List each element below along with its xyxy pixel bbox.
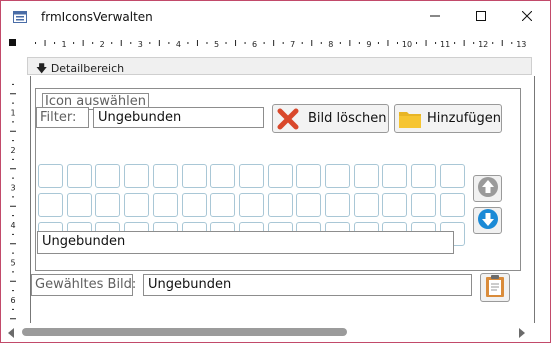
scroll-left-icon[interactable] xyxy=(7,327,15,341)
ruler-label: 1 xyxy=(62,40,67,49)
icon-tile[interactable] xyxy=(238,164,264,188)
form-icon xyxy=(13,11,27,23)
ruler-label: 2 xyxy=(10,146,15,155)
delete-image-label: Bild löschen xyxy=(308,111,387,126)
selected-image-label: Gewähltes Bild: xyxy=(31,274,136,296)
filter-label: Filter: xyxy=(36,107,89,128)
icon-tile[interactable] xyxy=(152,164,178,188)
horizontal-ruler-scale: 1 2 3 4 5 6 7 8 9 10 11 12 13 xyxy=(35,40,526,49)
close-button[interactable] xyxy=(504,1,550,33)
window-title: frmIconsVerwalten xyxy=(41,10,153,24)
icon-tile[interactable] xyxy=(353,164,379,188)
horizontal-scroll-thumb[interactable] xyxy=(22,328,347,336)
section-label-text: Detailbereich xyxy=(50,62,125,75)
vertical-ruler: 1 2 3 4 5 6 xyxy=(1,52,23,323)
ruler-label: 5 xyxy=(10,259,15,268)
icon-tile[interactable] xyxy=(66,164,92,188)
paste-image-button[interactable] xyxy=(480,273,510,302)
icon-tile[interactable] xyxy=(210,164,236,188)
clipboard-icon xyxy=(485,274,505,301)
minimize-button[interactable] xyxy=(412,1,458,33)
maximize-icon xyxy=(476,10,486,24)
detail-section: Icon auswählen Filter: Ungebunden Bild l… xyxy=(30,76,535,324)
icon-tile[interactable] xyxy=(353,193,379,217)
icon-tile[interactable] xyxy=(95,164,121,188)
scroll-up-button[interactable] xyxy=(473,175,502,202)
icon-tile[interactable] xyxy=(181,164,207,188)
filter-field[interactable]: Ungebunden xyxy=(93,107,264,128)
scroll-right-icon[interactable] xyxy=(518,327,526,341)
scroll-down-button[interactable] xyxy=(473,207,502,234)
icon-tile[interactable] xyxy=(267,164,293,188)
form-design-area: 🡇 Detailbereich Icon auswählen Filter: U… xyxy=(22,52,535,324)
ruler-label: 3 xyxy=(10,184,15,193)
icon-tile[interactable] xyxy=(95,193,121,217)
red-x-icon xyxy=(276,107,300,131)
ruler-label: 2 xyxy=(100,40,105,49)
icon-tile[interactable] xyxy=(439,164,465,188)
arrow-up-circle-icon xyxy=(477,176,499,201)
title-bar: frmIconsVerwalten xyxy=(1,1,550,33)
ruler-label: 10 xyxy=(402,40,412,49)
ruler-label: 9 xyxy=(366,40,371,49)
icon-tile[interactable] xyxy=(124,164,150,188)
section-header-detail[interactable]: 🡇 Detailbereich xyxy=(27,57,532,75)
ruler-label: 4 xyxy=(10,221,15,230)
arrow-down-icon: 🡇 xyxy=(36,62,48,75)
icon-tile[interactable] xyxy=(411,193,437,217)
icon-tile[interactable] xyxy=(124,193,150,217)
ruler-label: 11 xyxy=(440,40,450,49)
ruler-label: 4 xyxy=(176,40,181,49)
selected-image-field[interactable]: Ungebunden xyxy=(143,274,472,296)
horizontal-scrollbar[interactable] xyxy=(1,323,550,342)
icon-tile[interactable] xyxy=(152,193,178,217)
ruler-label: 13 xyxy=(516,40,526,49)
icon-tile[interactable] xyxy=(439,193,465,217)
icon-tile[interactable] xyxy=(382,193,408,217)
close-icon xyxy=(521,10,533,24)
icon-tile[interactable] xyxy=(411,164,437,188)
icon-tile[interactable] xyxy=(296,164,322,188)
delete-image-button[interactable]: Bild löschen xyxy=(272,104,389,133)
horizontal-ruler: 1 2 3 4 5 6 7 8 9 10 11 12 13 xyxy=(1,34,550,53)
ruler-label: 8 xyxy=(328,40,333,49)
vertical-ruler-scale: 1 2 3 4 5 6 xyxy=(10,83,16,320)
maximize-button[interactable] xyxy=(458,1,504,33)
ruler-label: 1 xyxy=(10,109,15,118)
ruler-label: 3 xyxy=(138,40,143,49)
folder-icon xyxy=(398,108,422,130)
ruler-label: 12 xyxy=(478,40,488,49)
icon-tile[interactable] xyxy=(325,164,350,188)
icon-tile[interactable] xyxy=(38,193,63,217)
ruler-label: 7 xyxy=(290,40,295,49)
icon-tile[interactable] xyxy=(238,193,264,217)
icon-tile[interactable] xyxy=(181,193,207,217)
arrow-down-circle-icon xyxy=(477,208,499,233)
vertical-scrollbar[interactable] xyxy=(535,52,550,323)
icon-tile[interactable] xyxy=(382,164,408,188)
icon-tile[interactable] xyxy=(325,193,350,217)
icon-tile[interactable] xyxy=(296,193,322,217)
icon-tile[interactable] xyxy=(38,164,63,188)
icon-tile[interactable] xyxy=(66,193,92,217)
add-image-button[interactable]: Hinzufügen xyxy=(394,104,502,133)
ruler-label: 5 xyxy=(214,40,219,49)
minimize-icon xyxy=(430,10,440,24)
ruler-label: 6 xyxy=(10,296,15,305)
icon-tile[interactable] xyxy=(210,193,236,217)
icon-tile[interactable] xyxy=(267,193,293,217)
add-image-label: Hinzufügen xyxy=(427,111,501,126)
ruler-label: 6 xyxy=(252,40,257,49)
path-field[interactable]: Ungebunden xyxy=(37,231,454,254)
window: frmIconsVerwalten 1 2 3 4 5 6 7 8 9 10 11 12 13 1234… xyxy=(0,0,551,343)
